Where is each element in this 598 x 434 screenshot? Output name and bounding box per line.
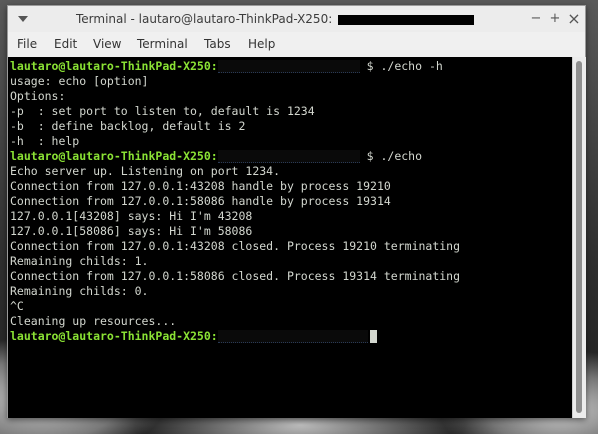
output-line: Options: — [10, 89, 66, 103]
redacted-path — [217, 150, 360, 163]
output-line: Connection from 127.0.0.1:58086 closed. … — [10, 269, 461, 283]
terminal-window: Terminal - lautaro@lautaro-ThinkPad-X250… — [7, 5, 586, 418]
prompt-line: lautaro@lautaro-ThinkPad-X250: $ ./echo — [10, 149, 422, 164]
menu-terminal[interactable]: Terminal — [137, 37, 188, 51]
redacted-path — [217, 330, 368, 343]
command-text: $ ./echo — [359, 149, 423, 163]
menu-bar: File Edit View Terminal Tabs Help — [8, 32, 585, 58]
menu-file[interactable]: File — [17, 37, 37, 51]
menu-view[interactable]: View — [93, 37, 121, 51]
title-redacted-path — [338, 15, 474, 25]
output-line: Connection from 127.0.0.1:43208 closed. … — [10, 239, 461, 253]
prompt-user-host: lautaro@lautaro-ThinkPad-X250: — [10, 59, 218, 73]
prompt-line: lautaro@lautaro-ThinkPad-X250: $ ./echo … — [10, 59, 443, 74]
scrollbar[interactable] — [572, 57, 586, 418]
output-line: Connection from 127.0.0.1:58086 handle b… — [10, 194, 391, 208]
window-title: Terminal - lautaro@lautaro-ThinkPad-X250… — [76, 12, 333, 26]
output-line: -p : set port to listen to, default is 1… — [10, 104, 315, 118]
minimize-icon[interactable]: − — [529, 12, 543, 26]
terminal-output[interactable]: lautaro@lautaro-ThinkPad-X250: $ ./echo … — [8, 57, 572, 418]
redacted-path — [217, 60, 360, 73]
output-line: -h : help — [10, 134, 80, 148]
prompt-user-host: lautaro@lautaro-ThinkPad-X250: — [10, 149, 218, 163]
prompt-line: lautaro@lautaro-ThinkPad-X250: — [10, 329, 377, 344]
output-line: usage: echo [option] — [10, 74, 149, 88]
output-line: Echo server up. Listening on port 1234. — [10, 164, 281, 178]
menu-edit[interactable]: Edit — [54, 37, 77, 51]
scrollbar-thumb[interactable] — [576, 61, 582, 413]
command-text: $ ./echo -h — [359, 59, 443, 73]
menu-help[interactable]: Help — [248, 37, 275, 51]
maximize-icon[interactable]: + — [548, 12, 562, 26]
output-line: Connection from 127.0.0.1:43208 handle b… — [10, 179, 391, 193]
output-line: Remaining childs: 0. — [10, 284, 149, 298]
output-line: Remaining childs: 1. — [10, 254, 149, 268]
menu-tabs[interactable]: Tabs — [204, 37, 231, 51]
title-bar[interactable]: Terminal - lautaro@lautaro-ThinkPad-X250… — [8, 6, 585, 32]
prompt-user-host: lautaro@lautaro-ThinkPad-X250: — [10, 329, 218, 343]
output-line: 127.0.0.1[58086] says: Hi I'm 58086 — [10, 224, 253, 238]
output-line: -b : define backlog, default is 2 — [10, 119, 246, 133]
output-line: ^C — [10, 299, 24, 313]
text-cursor — [369, 330, 377, 343]
close-icon[interactable]: × — [567, 11, 581, 27]
window-menu-icon[interactable] — [17, 13, 29, 25]
output-line: Cleaning up resources... — [10, 314, 177, 328]
output-line: 127.0.0.1[43208] says: Hi I'm 43208 — [10, 209, 253, 223]
